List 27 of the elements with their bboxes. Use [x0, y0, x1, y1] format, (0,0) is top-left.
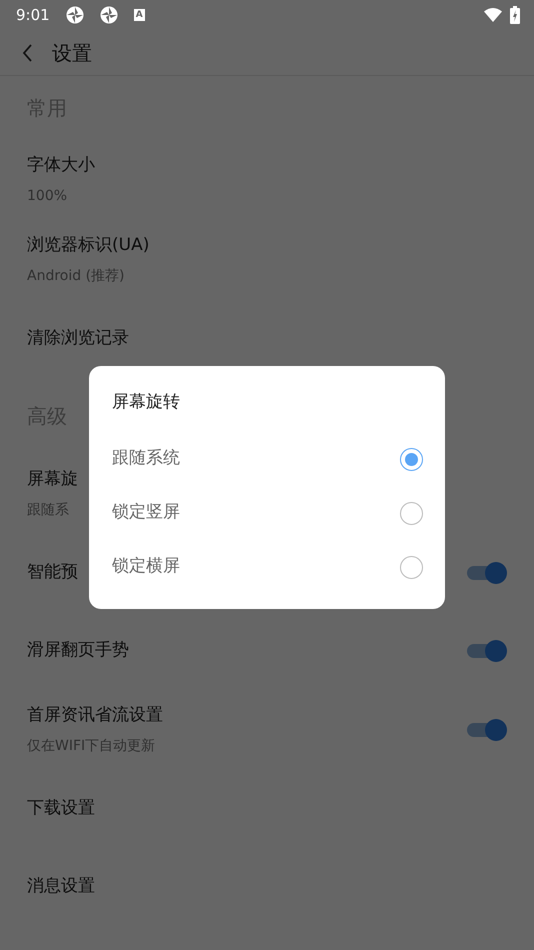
setting-title[interactable]: 屏幕旋 — [27, 466, 78, 492]
clock-time: 9:01 — [16, 4, 50, 26]
option-label[interactable]: 跟随系统 — [112, 446, 180, 472]
radio-button[interactable] — [400, 448, 423, 470]
option-label[interactable]: 锁定竖屏 — [112, 500, 180, 526]
radio-button[interactable] — [400, 556, 423, 578]
app-notification-icon — [66, 6, 84, 24]
page-title: 设置 — [52, 40, 92, 66]
wifi-icon — [484, 8, 502, 22]
battery-icon — [510, 6, 520, 24]
setting-title[interactable]: 下载设置 — [27, 796, 95, 822]
setting-title[interactable]: 滑屏翻页手势 — [27, 638, 129, 664]
setting-title[interactable]: 字体大小 — [27, 152, 95, 178]
setting-title[interactable]: 首屏资讯省流设置 — [27, 702, 163, 728]
toggle-switch[interactable] — [467, 640, 507, 662]
dialog-title: 屏幕旋转 — [112, 391, 181, 414]
setting-title[interactable]: 清除浏览记录 — [27, 326, 129, 352]
back-icon[interactable] — [22, 42, 34, 62]
toggle-switch[interactable] — [467, 562, 507, 584]
notification-badge: A — [134, 9, 145, 21]
radio-button[interactable] — [400, 502, 423, 524]
toggle-switch[interactable] — [467, 719, 507, 741]
option-label[interactable]: 锁定横屏 — [112, 554, 180, 580]
app-notification-icon — [100, 6, 118, 24]
setting-title[interactable]: 智能预 — [27, 560, 78, 586]
setting-title[interactable]: 浏览器标识(UA) — [27, 232, 150, 258]
setting-title[interactable]: 消息设置 — [27, 874, 95, 900]
